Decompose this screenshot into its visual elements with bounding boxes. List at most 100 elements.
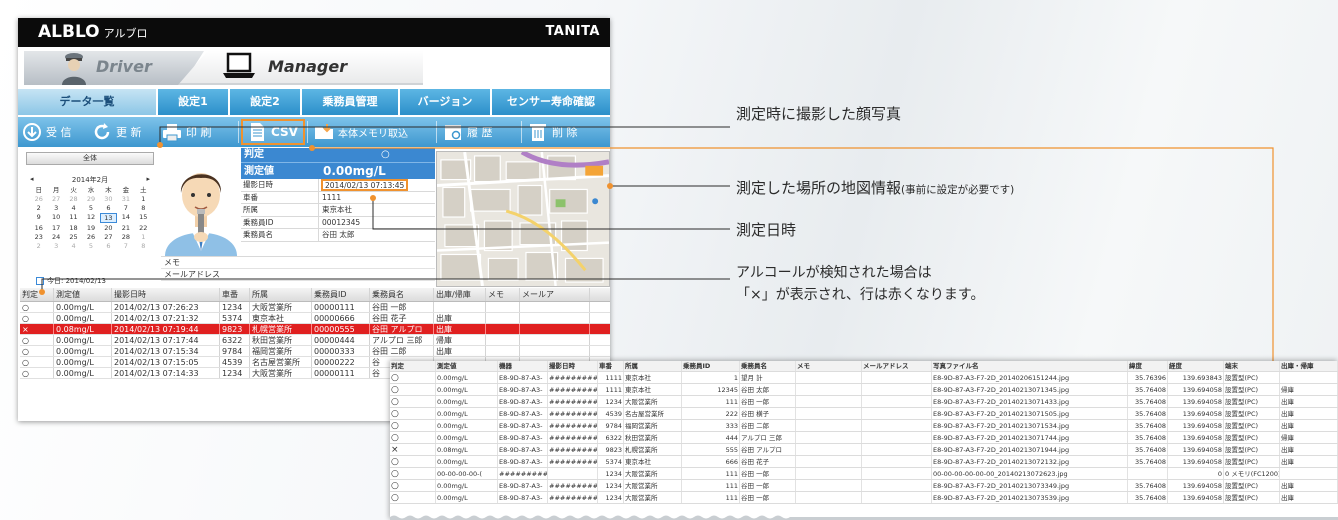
calendar-day[interactable]: 8 <box>135 204 152 212</box>
column-header[interactable]: 撮影日時 <box>112 288 220 301</box>
show-all-button[interactable]: 全体 <box>26 152 154 165</box>
today-link[interactable]: 今日: 2014/02/13 <box>36 276 106 286</box>
manager-mode-button[interactable]: Manager <box>178 51 423 85</box>
csv-column-header: 機器 <box>498 361 548 371</box>
calendar-day[interactable]: 16 <box>30 224 47 232</box>
calendar-day[interactable]: 6 <box>100 204 117 212</box>
table-cell: 2014/02/13 07:19:44 <box>112 324 220 334</box>
column-header[interactable]: 出庫/帰庫 <box>434 288 486 301</box>
calendar-day[interactable]: 6 <box>100 242 117 250</box>
csv-cell <box>862 492 932 503</box>
calendar-day[interactable]: 25 <box>65 233 82 241</box>
tab-sensor-life[interactable]: センサー寿命確認 <box>492 89 610 115</box>
column-header[interactable]: メモ <box>486 288 520 301</box>
calendar-day[interactable]: 22 <box>135 224 152 232</box>
calendar-day[interactable]: 7 <box>117 242 134 250</box>
column-header[interactable]: 乗務員ID <box>312 288 370 301</box>
column-header[interactable]: 判定 <box>20 288 54 301</box>
calendar-day[interactable]: 17 <box>47 224 64 232</box>
calendar-day[interactable]: 13 <box>99 213 118 223</box>
calendar-day[interactable]: 9 <box>30 213 47 223</box>
csv-column-header: 判定 <box>390 361 436 371</box>
table-cell: 大阪営業所 <box>250 302 312 312</box>
calendar-day[interactable]: 27 <box>47 195 64 203</box>
tab-version[interactable]: バージョン <box>400 89 490 115</box>
face-photo <box>161 151 241 256</box>
csv-button[interactable]: CSV <box>241 119 305 145</box>
csv-cell: ############ <box>549 372 598 383</box>
calendar-day[interactable]: 5 <box>82 204 99 212</box>
calendar-day[interactable]: 5 <box>82 242 99 250</box>
receive-button[interactable]: 受 信 <box>18 119 88 145</box>
calendar-day[interactable]: 1 <box>135 195 152 203</box>
next-month-button[interactable]: ▸ <box>146 175 150 183</box>
table-row[interactable]: ○ 0.00mg/L 2014/02/13 07:15:34 9784 福岡営業所 000… <box>20 346 610 357</box>
calendar-day[interactable]: 15 <box>135 213 152 223</box>
calendar-day[interactable]: 31 <box>117 195 134 203</box>
csv-cell: 139.693843 <box>1168 372 1224 383</box>
calendar-day[interactable]: 12 <box>82 213 99 223</box>
column-header[interactable]: 乗務員名 <box>370 288 434 301</box>
csv-cell: ○ <box>390 396 436 407</box>
table-cell: 0.00mg/L <box>54 357 112 367</box>
location-map[interactable] <box>436 151 610 287</box>
table-row[interactable]: ○ 0.00mg/L 2014/02/13 07:21:32 5374 東京本社 0000… <box>20 313 610 324</box>
column-header[interactable]: 車番 <box>220 288 250 301</box>
column-header[interactable]: 所属 <box>250 288 312 301</box>
calendar-day[interactable]: 10 <box>47 213 64 223</box>
calendar-day[interactable]: 28 <box>117 233 134 241</box>
calendar-day[interactable]: 24 <box>47 233 64 241</box>
history-button[interactable]: 履 歴 <box>439 119 519 145</box>
table-cell: ○ <box>20 302 54 312</box>
calendar-day[interactable]: 28 <box>65 195 82 203</box>
calendar-day[interactable]: 11 <box>65 213 82 223</box>
csv-cell: 00-00-00-00-( <box>436 468 498 479</box>
calendar-day[interactable]: 27 <box>100 233 117 241</box>
tab-settings-1[interactable]: 設定1 <box>158 89 228 115</box>
annotation-photo: 測定時に撮影した顔写真 <box>736 105 902 123</box>
calendar-day[interactable]: 29 <box>82 195 99 203</box>
calendar-day[interactable]: 3 <box>47 242 64 250</box>
csv-cell: 札幌営業所 <box>624 444 682 455</box>
tab-data-list[interactable]: データ一覧 <box>18 89 156 115</box>
tab-crew-management[interactable]: 乗務員管理 <box>302 89 398 115</box>
print-button[interactable]: 印 刷 <box>158 119 236 145</box>
calendar-day[interactable]: 14 <box>117 213 134 223</box>
calendar-day[interactable]: 20 <box>100 224 117 232</box>
calendar-day[interactable]: 18 <box>65 224 82 232</box>
table-cell: 谷田 アルプロ <box>370 324 434 334</box>
calendar-day[interactable]: 30 <box>100 195 117 203</box>
delete-button[interactable]: 削 除 <box>524 119 594 145</box>
calendar-day[interactable]: 2 <box>30 204 47 212</box>
calendar-day[interactable]: 8 <box>135 242 152 250</box>
tab-settings-2[interactable]: 設定2 <box>230 89 300 115</box>
calendar-day[interactable]: 4 <box>65 242 82 250</box>
mail-field[interactable]: メールアドレス <box>161 269 435 281</box>
column-header[interactable]: 測定値 <box>54 288 112 301</box>
calendar-day[interactable]: 26 <box>30 195 47 203</box>
calendar-day[interactable]: 21 <box>117 224 134 232</box>
calendar-day[interactable]: 23 <box>30 233 47 241</box>
calendar-day[interactable]: 2 <box>30 242 47 250</box>
calendar-day[interactable]: 3 <box>47 204 64 212</box>
table-row[interactable]: ○ 0.00mg/L 2014/02/13 07:17:44 6322 秋田営業所 000… <box>20 335 610 346</box>
calendar-day[interactable]: 19 <box>82 224 99 232</box>
csv-cell: E8-9D-87-A3- <box>498 456 548 467</box>
today-checkbox[interactable] <box>36 277 44 285</box>
import-memory-button[interactable]: 本体メモリ取込 <box>310 119 434 145</box>
calendar-day[interactable]: 1 <box>135 233 152 241</box>
table-row[interactable]: × 0.08mg/L 2014/02/13 07:19:44 9823 札幌営業所 000… <box>20 324 610 335</box>
calendar-day[interactable]: 7 <box>117 204 134 212</box>
calendar-day[interactable]: 4 <box>65 204 82 212</box>
driver-mode-button[interactable]: Driver <box>24 51 204 85</box>
csv-cell <box>862 384 932 395</box>
memo-field[interactable]: メモ <box>161 257 435 269</box>
csv-row: ○0.00mg/LE8-9D-87-A3-############5374東京本… <box>390 456 1338 468</box>
csv-cell <box>1280 372 1338 383</box>
column-header[interactable]: メールア <box>520 288 590 301</box>
refresh-button[interactable]: 更 新 <box>88 119 158 145</box>
calendar-day[interactable]: 26 <box>82 233 99 241</box>
table-row[interactable]: ○ 0.00mg/L 2014/02/13 07:26:23 1234 大阪営業所 000… <box>20 302 610 313</box>
csv-cell: 139.694058 <box>1168 420 1224 431</box>
table-cell: 0.00mg/L <box>54 368 112 378</box>
